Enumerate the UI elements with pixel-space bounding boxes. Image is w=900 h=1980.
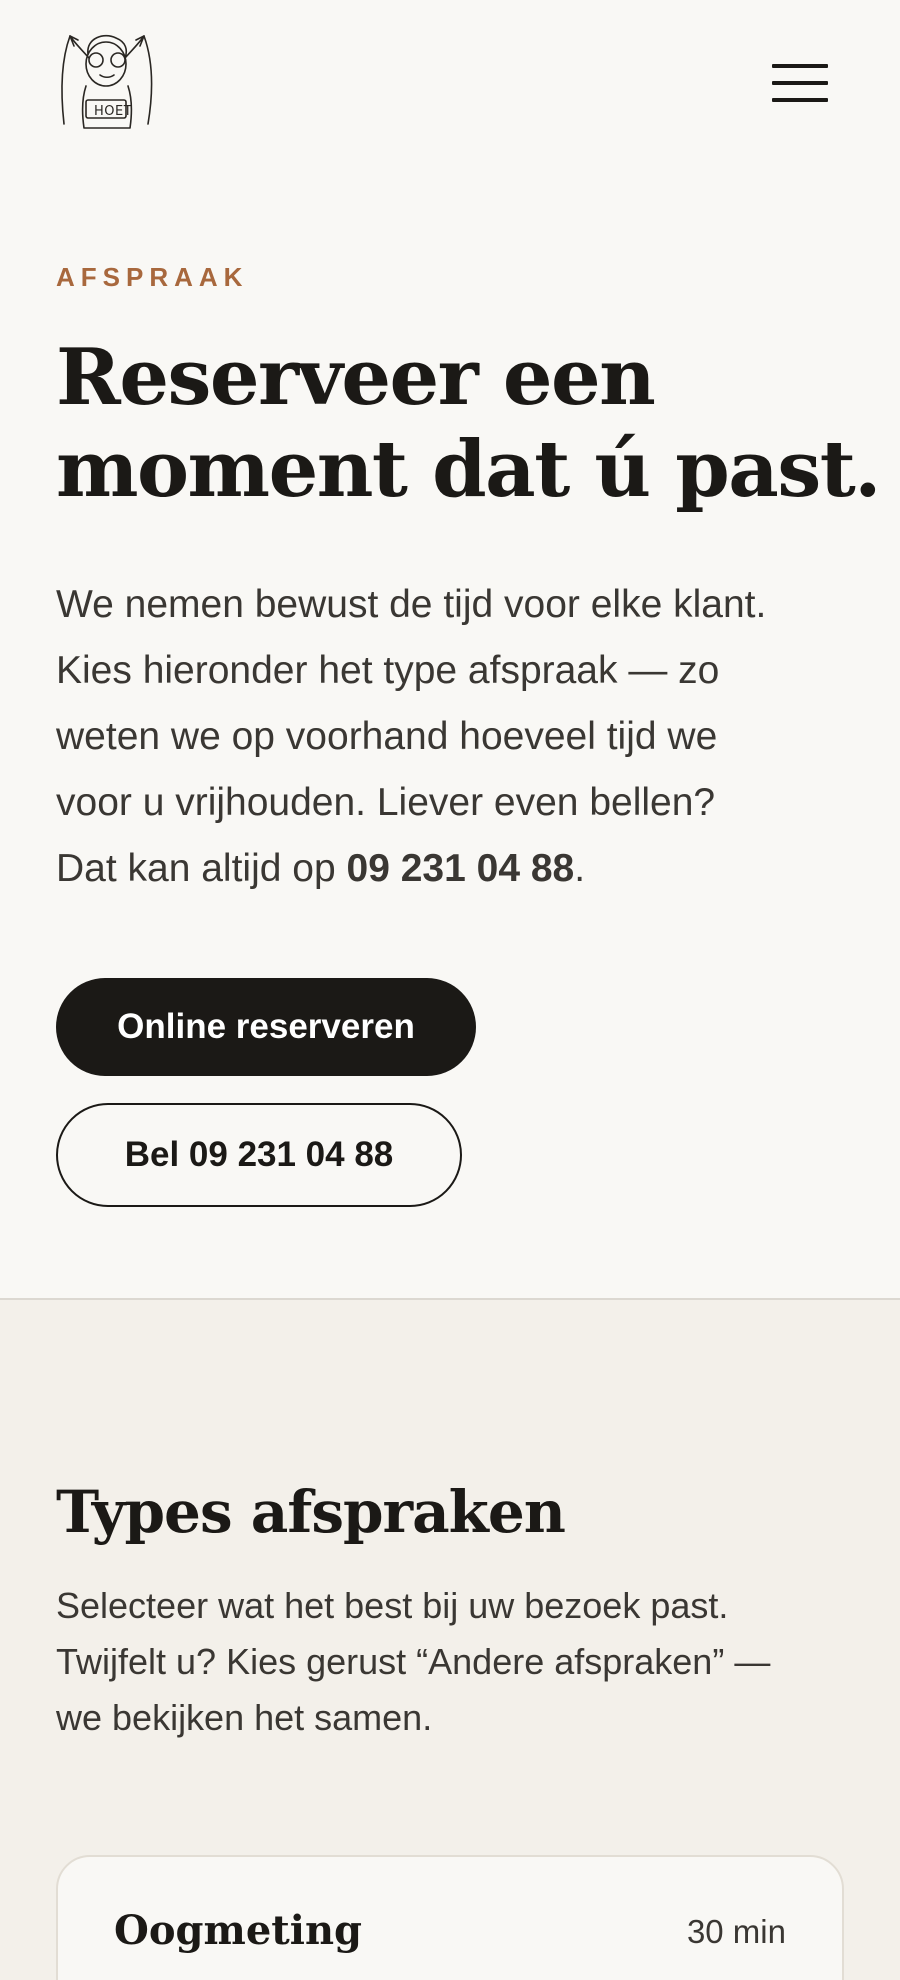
phone-number[interactable]: 09 231 04 88 (347, 847, 575, 890)
hero-eyebrow: AFSPRAAK (56, 262, 249, 292)
hoet-logo[interactable]: HOET (56, 28, 156, 136)
menu-bar-middle (772, 81, 828, 85)
types-text-line-2: Twijfelt u? Kies gerust “Andere afsprake… (56, 1641, 771, 1682)
logo-text: HOET (94, 104, 133, 119)
hero-title: Reserveer een moment dat ú past. (56, 332, 881, 516)
appointment-type-duration: 30 min (686, 1913, 786, 1950)
hero-title-line-2: moment dat ú past. (56, 424, 881, 515)
hero-text-line-3: weten we op voorhand hoeveel tijd we (56, 715, 718, 758)
hero-text-line-2: Kies hieronder het type afspraak — zo (56, 649, 720, 692)
hero-text-line-1: We nemen bewust de tijd voor elke klant. (56, 583, 767, 626)
online-reserve-button[interactable]: Online reserveren (56, 978, 476, 1076)
types-text-line-1: Selecteer wat het best bij uw bezoek pas… (56, 1585, 729, 1626)
hero-title-line-1: Reserveer een (56, 332, 656, 423)
hero-text-line-5: Dat kan altijd op 09 231 04 88. (56, 836, 856, 902)
site-header: HOET (0, 0, 900, 170)
appointment-type-title: Oogmeting (114, 1907, 362, 1954)
types-text-line-3: we bekijken het samen. (56, 1697, 433, 1738)
hero-text-line-4: voor u vrijhouden. Liever even bellen? (56, 781, 716, 824)
appointment-types-title: Types afspraken (56, 1478, 566, 1546)
hamburger-menu-icon[interactable] (760, 56, 840, 110)
appointment-type-card[interactable]: Oogmeting 30 min (56, 1855, 844, 1980)
hero-text-suffix: . (574, 847, 586, 890)
menu-bar-bottom (772, 98, 828, 102)
appointment-types-description: Selecteer wat het best bij uw bezoek pas… (56, 1578, 856, 1746)
call-button[interactable]: Bel 09 231 04 88 (56, 1103, 462, 1207)
hero-description: We nemen bewust de tijd voor elke klant.… (56, 572, 856, 902)
hero-text-prefix: Dat kan altijd op (56, 847, 347, 890)
menu-bar-top (772, 64, 828, 68)
